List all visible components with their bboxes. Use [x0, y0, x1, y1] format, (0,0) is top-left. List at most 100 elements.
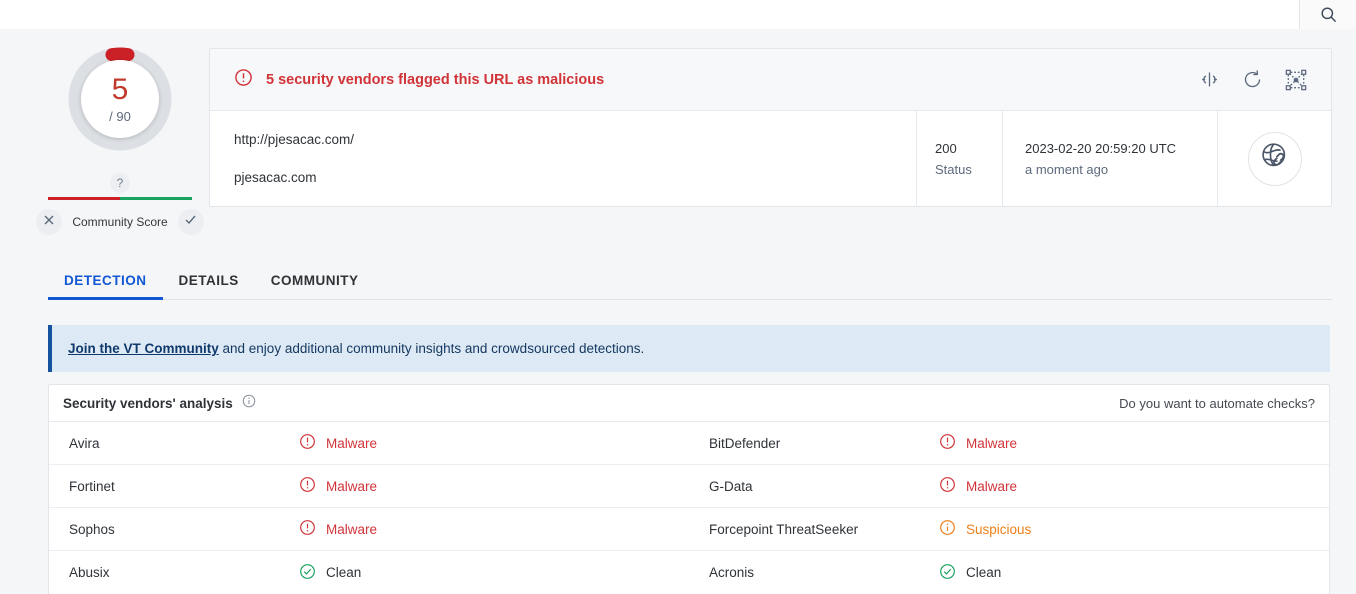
community-score-marker: ?: [110, 173, 130, 193]
alert-message: 5 security vendors flagged this URL as m…: [266, 71, 605, 88]
score-panel: 5 / 90 ? Community Score: [36, 44, 204, 235]
vendor-name: Sophos: [69, 521, 115, 537]
tab-bar: DETECTION DETAILS COMMUNITY: [48, 260, 1332, 300]
vendor-cell: Abusix Clean: [49, 551, 689, 594]
url-value[interactable]: http://pjesacac.com/: [234, 132, 892, 148]
vote-down-button[interactable]: [36, 209, 63, 235]
community-banner: Join the VT Community and enjoy addition…: [48, 325, 1330, 372]
vendor-cell: G-Data Malware: [689, 465, 1329, 507]
status-label: Status: [935, 161, 972, 177]
malware-icon: [939, 433, 956, 453]
status-cell: 200 Status: [916, 111, 1002, 206]
community-bar-positive: [120, 197, 192, 200]
vendor-name: Avira: [69, 435, 100, 451]
detection-total: / 90: [109, 108, 131, 124]
vendor-status-text: Malware: [326, 435, 378, 451]
top-bar: [0, 0, 1356, 29]
url-summary-card: 5 security vendors flagged this URL as m…: [209, 48, 1332, 207]
vendor-status-text: Clean: [326, 565, 362, 580]
vendor-cell: Acronis Clean: [689, 551, 1329, 594]
vendor-status: Malware: [299, 519, 377, 539]
vendor-status: Suspicious: [939, 519, 1031, 539]
tab-details[interactable]: DETAILS: [163, 273, 255, 299]
tab-detection[interactable]: DETECTION: [48, 273, 163, 300]
scan-date: 2023-02-20 20:59:20 UTC: [1025, 140, 1177, 156]
suspicious-icon: [939, 519, 956, 539]
vendors-title-group: Security vendors' analysis: [63, 394, 256, 413]
table-row: Fortinet Malware G-Data Malware: [49, 465, 1329, 508]
community-score-label: Community Score: [72, 215, 168, 229]
card-action-icons: [1199, 69, 1307, 91]
vendor-cell: Forcepoint ThreatSeeker Suspicious: [689, 508, 1329, 550]
table-row: Abusix Clean Acronis Clean: [49, 551, 1329, 594]
vendor-cell: Fortinet Malware: [49, 465, 689, 507]
vendors-title: Security vendors' analysis: [63, 395, 233, 411]
vendor-name: BitDefender: [709, 435, 781, 451]
avatar: [1247, 131, 1302, 186]
info-icon[interactable]: [242, 394, 256, 413]
malware-icon: [299, 476, 316, 496]
avatar-cell: [1217, 111, 1331, 206]
banner-text: Join the VT Community and enjoy addition…: [68, 341, 644, 356]
vote-up-button[interactable]: [177, 209, 204, 235]
vendor-name: Abusix: [69, 565, 110, 580]
vendor-name: G-Data: [709, 478, 753, 494]
community-score-row: Community Score: [36, 209, 204, 235]
page-body: 5 / 90 ? Community Score 5 security vend…: [0, 29, 1356, 594]
vendor-cell: Sophos Malware: [49, 508, 689, 550]
search-icon: [1319, 5, 1338, 24]
vendor-cell: BitDefender Malware: [689, 422, 1329, 464]
clean-icon: [299, 563, 316, 583]
vendor-status: Malware: [939, 433, 1017, 453]
vendor-status-text: Malware: [326, 478, 378, 494]
vendor-status: Clean: [939, 563, 1001, 583]
vendor-status: Clean: [299, 563, 361, 583]
tab-community[interactable]: COMMUNITY: [255, 273, 375, 299]
banner-rest: and enjoy additional community insights …: [218, 341, 645, 356]
search-button[interactable]: [1300, 0, 1356, 29]
community-bar-negative: [48, 197, 120, 200]
similar-icon[interactable]: [1199, 69, 1220, 90]
check-icon: [184, 213, 197, 231]
vendor-name: Forcepoint ThreatSeeker: [709, 521, 859, 537]
detection-gauge: 5 / 90: [68, 47, 172, 151]
detection-score: 5: [111, 72, 129, 106]
clean-icon: [939, 563, 956, 583]
malware-icon: [299, 519, 316, 539]
alert-content: 5 security vendors flagged this URL as m…: [234, 68, 604, 92]
vendor-status-text: Suspicious: [966, 521, 1032, 537]
vendor-status-text: Malware: [966, 435, 1018, 451]
vendor-name: Acronis: [709, 565, 755, 580]
status-value: 200: [935, 140, 957, 156]
community-score-bar: [48, 197, 192, 200]
close-icon: [43, 213, 55, 231]
vendor-status-text: Malware: [326, 521, 378, 537]
automate-checks-link[interactable]: Do you want to automate checks?: [1119, 396, 1315, 411]
url-detail-row: http://pjesacac.com/ pjesacac.com 200 St…: [210, 111, 1331, 206]
domain-value[interactable]: pjesacac.com: [234, 170, 892, 186]
page-root: 5 / 90 ? Community Score 5 security vend…: [0, 0, 1356, 594]
gauge-center: 5 / 90: [81, 60, 159, 138]
alert-circle-icon: [234, 68, 253, 92]
vendors-analysis-table: Security vendors' analysis Do you want t…: [48, 384, 1330, 594]
vendor-name: Fortinet: [69, 478, 115, 494]
reanalyze-icon[interactable]: [1242, 69, 1263, 90]
vendor-status-text: Malware: [966, 478, 1018, 494]
graph-icon[interactable]: [1285, 69, 1307, 91]
detection-alert-bar: 5 security vendors flagged this URL as m…: [210, 49, 1331, 111]
vendor-status: Malware: [299, 433, 377, 453]
globe-link-icon: [1260, 141, 1290, 176]
scan-relative-time: a moment ago: [1025, 161, 1109, 177]
vendor-status: Malware: [939, 476, 1017, 496]
url-block: http://pjesacac.com/ pjesacac.com: [210, 111, 916, 206]
malware-icon: [939, 476, 956, 496]
table-row: Avira Malware BitDefender Malware: [49, 422, 1329, 465]
malware-icon: [299, 433, 316, 453]
vendor-status: Malware: [299, 476, 377, 496]
join-community-link[interactable]: Join the VT Community: [68, 341, 219, 356]
vendors-header: Security vendors' analysis Do you want t…: [49, 385, 1329, 422]
scan-date-cell: 2023-02-20 20:59:20 UTC a moment ago: [1002, 111, 1217, 206]
table-row: Sophos Malware Forcepoint ThreatSeeker S…: [49, 508, 1329, 551]
vendor-cell: Avira Malware: [49, 422, 689, 464]
vendor-status-text: Clean: [966, 565, 1002, 580]
